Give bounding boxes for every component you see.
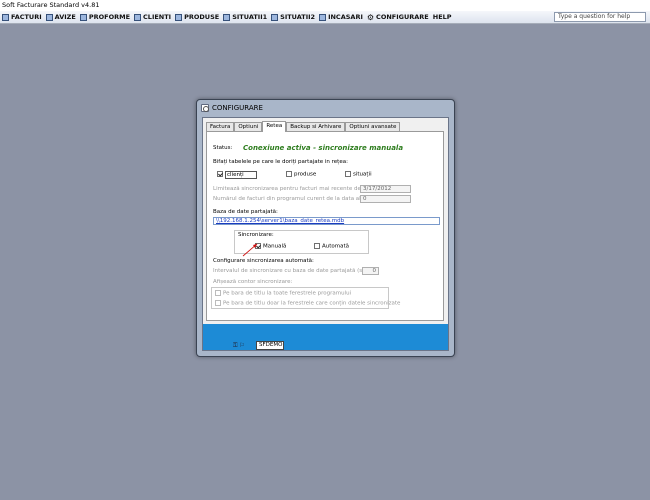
retea-panel: Status: Conexiune activa - sincronizare … — [206, 131, 444, 321]
auto-checkbox[interactable] — [314, 243, 320, 249]
proforma-icon — [79, 13, 87, 21]
menu-avize[interactable]: AVIZE — [44, 11, 78, 24]
help-search-input[interactable]: Type a question for help — [554, 12, 646, 22]
counter-sync-windows[interactable]: Pe bara de titlu doar la ferestrele care… — [215, 300, 400, 307]
configurare-dialog: CONFIGURARE Factura Optiuni Retea Backup… — [196, 99, 455, 357]
status-label: Status: — [213, 145, 233, 151]
table-clienti[interactable]: clienți — [217, 170, 257, 179]
menu-facturi[interactable]: FACTURI — [0, 11, 44, 24]
produse-checkbox[interactable] — [286, 171, 292, 177]
db-path-field[interactable]: \\192.168.1.254\server1\baza_date_retea.… — [213, 217, 440, 225]
menu-help[interactable]: HELP — [431, 11, 454, 24]
app-title: Soft Facturare Standard v4.81 — [0, 0, 650, 11]
gear-icon: ⚙ — [366, 12, 375, 22]
table-situatii[interactable]: situații — [345, 171, 372, 178]
sync-auto[interactable]: Automată — [314, 243, 349, 250]
dialog-title-bar[interactable]: CONFIGURARE — [197, 100, 454, 116]
manual-checkbox[interactable] — [255, 243, 261, 249]
invoice-count-label: Numărul de facturi din programul curent … — [213, 196, 376, 202]
interval-field[interactable]: 0 — [362, 267, 379, 275]
table-produse[interactable]: produse — [286, 171, 316, 178]
menu-situatii2[interactable]: SITUATII2 — [269, 11, 317, 24]
menu-configurare[interactable]: ⚙ CONFIGURARE — [365, 11, 431, 24]
app-icon — [201, 104, 209, 112]
limit-date-field[interactable]: 3/17/2012 — [360, 185, 411, 193]
menu-incasari[interactable]: INCASARI — [317, 11, 365, 24]
menu-produse[interactable]: PRODUSE — [173, 11, 221, 24]
report-icon — [271, 13, 279, 21]
db-label: Baza de date partajată: — [213, 209, 278, 215]
share-tables-label: Bifați tabelele pe care le doriți partaj… — [213, 159, 348, 165]
report-icon — [223, 13, 231, 21]
invoice-icon — [2, 13, 9, 21]
invoice-count-field: 0 — [360, 195, 411, 203]
notice-icon — [45, 13, 53, 21]
products-icon — [175, 13, 183, 21]
tab-retea[interactable]: Retea — [262, 121, 287, 132]
clients-icon — [134, 13, 142, 21]
user-field: SFDEMO — [256, 341, 284, 350]
counter-sync-checkbox[interactable] — [215, 300, 221, 306]
limit-sync-label: Limitează sincronizarea pentru facturi m… — [213, 186, 363, 192]
menu-proforme[interactable]: PROFORME — [78, 11, 132, 24]
menu-clienti[interactable]: CLIENTI — [132, 11, 173, 24]
interval-label: Intervalul de sincronizare cu baza de da… — [213, 268, 375, 274]
dialog-body: Factura Optiuni Retea Backup si Arhivare… — [202, 117, 449, 351]
user-key-icon: ⚿ ⚐ — [233, 342, 245, 349]
counter-all-windows[interactable]: Pe bara de titlu la toate ferestrele pro… — [215, 290, 351, 297]
auto-sync-label: Configurare sincronizarea automată: — [213, 258, 314, 264]
status-value: Conexiune activa - sincronizare manuala — [243, 144, 404, 152]
menu-situatii1[interactable]: SITUATII1 — [221, 11, 269, 24]
situatii-checkbox[interactable] — [345, 171, 351, 177]
menu-bar: FACTURI AVIZE PROFORME CLIENTI PRODUSE S… — [0, 11, 650, 24]
counter-all-checkbox[interactable] — [215, 290, 221, 296]
clienti-checkbox[interactable] — [217, 171, 223, 177]
cash-icon — [319, 13, 327, 21]
counter-label: Afișează contor sincronizare: — [213, 279, 293, 285]
dialog-title: CONFIGURARE — [212, 104, 263, 112]
sync-manual[interactable]: Manuală — [255, 243, 286, 250]
sync-group-label: Sincronizare: — [237, 232, 275, 238]
